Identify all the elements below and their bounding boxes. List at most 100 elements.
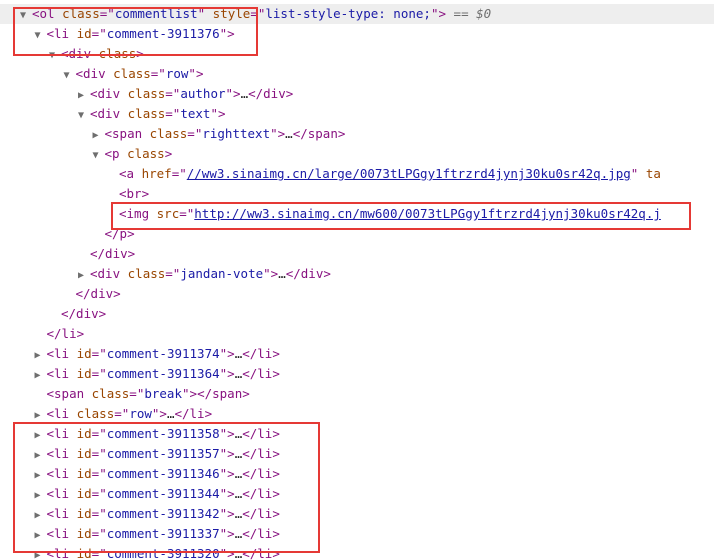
dom-token: ">	[219, 526, 235, 541]
dom-token: ">	[219, 366, 235, 381]
collapse-triangle-icon[interactable]: ▶	[35, 546, 47, 560]
dom-token: break	[144, 386, 182, 401]
dom-token: "	[197, 6, 213, 21]
dom-token: ="	[250, 6, 266, 21]
dom-token: </li>	[242, 546, 280, 560]
dom-node-line[interactable]: ▶ <li id="comment-3911344">…</li>	[0, 484, 714, 504]
collapse-triangle-icon[interactable]: ▶	[35, 346, 47, 366]
dom-token: ">	[219, 506, 235, 521]
dom-node-line[interactable]: </div>	[0, 244, 714, 264]
dom-token: comment-3911342	[106, 506, 220, 521]
collapse-triangle-icon[interactable]: ▶	[93, 126, 105, 146]
dom-token: <li	[46, 546, 77, 560]
dom-token: </li>	[242, 526, 280, 541]
dom-token: ">	[219, 426, 235, 441]
dom-node-line[interactable]: ▼ <div class="text">	[0, 104, 714, 124]
dom-token: <img	[119, 206, 157, 221]
collapse-triangle-icon[interactable]: ▶	[35, 446, 47, 466]
dom-node-line[interactable]: <br>	[0, 184, 714, 204]
dom-node-line[interactable]: ▶ <span class="righttext">…</span>	[0, 124, 714, 144]
dom-token: ">	[225, 86, 241, 101]
dom-node-line[interactable]: </div>	[0, 304, 714, 324]
dom-node-line[interactable]: </div>	[0, 284, 714, 304]
dom-token: id	[76, 346, 92, 361]
collapse-triangle-icon[interactable]: ▶	[35, 506, 47, 526]
dom-token: <li	[46, 26, 77, 41]
dom-node-line[interactable]: </li>	[0, 324, 714, 344]
dom-token: ="	[129, 386, 145, 401]
dom-token: …	[240, 86, 249, 101]
dom-token: <li	[46, 346, 77, 361]
attr-link[interactable]: http://ww3.sinaimg.cn/mw600/0073tLPGgy1f…	[194, 206, 661, 221]
dom-token: class	[76, 406, 115, 421]
dom-node-line[interactable]: ▶ <li id="comment-3911337">…</li>	[0, 524, 714, 544]
dom-token: ="	[91, 546, 107, 560]
dom-token: ">	[219, 446, 235, 461]
dom-token: ="	[99, 6, 115, 21]
expand-triangle-icon[interactable]: ▼	[64, 66, 76, 86]
dom-node-line[interactable]: ▶ <li id="comment-3911357">…</li>	[0, 444, 714, 464]
dom-token: href	[141, 166, 172, 181]
dom-token: ="	[91, 466, 107, 481]
dom-token: </div>	[285, 266, 331, 281]
dom-node-line[interactable]: ▶ <div class="author">…</div>	[0, 84, 714, 104]
collapse-triangle-icon[interactable]: ▶	[35, 426, 47, 446]
dom-node-line[interactable]: ▶ <li id="comment-3911364">…</li>	[0, 364, 714, 384]
dom-node-line[interactable]: ▶ <div class="jandan-vote">…</div>	[0, 264, 714, 284]
dom-token: id	[76, 546, 92, 560]
dom-node-line[interactable]: </p>	[0, 224, 714, 244]
dom-token: ta	[645, 166, 661, 181]
dom-token: <span	[104, 126, 150, 141]
collapse-triangle-icon[interactable]: ▶	[35, 466, 47, 486]
dom-token: ="	[187, 126, 203, 141]
dom-token: <li	[46, 486, 77, 501]
dom-token: ="	[171, 166, 187, 181]
dom-token: list-style-type: none;	[265, 6, 431, 21]
expand-triangle-icon[interactable]: ▼	[35, 26, 47, 46]
dom-token: ="	[165, 106, 181, 121]
dom-node-line[interactable]: ▶ <li class="row">…</li>	[0, 404, 714, 424]
dom-node-line[interactable]: ▶ <li id="comment-3911342">…</li>	[0, 504, 714, 524]
expand-triangle-icon[interactable]: ▼	[49, 46, 61, 66]
expand-triangle-icon[interactable]: ▼	[20, 6, 32, 26]
collapse-triangle-icon[interactable]: ▶	[78, 266, 90, 286]
dom-node-line[interactable]: <a href="//ww3.sinaimg.cn/large/0073tLPG…	[0, 164, 714, 184]
dom-token: <div	[90, 266, 128, 281]
dom-node-line[interactable]: ▶ <li id="comment-3911320">…</li>	[0, 544, 714, 560]
dom-token: </li>	[242, 446, 280, 461]
dom-token: commentlist	[114, 6, 198, 21]
dom-token: text	[180, 106, 211, 121]
expand-triangle-icon[interactable]: ▼	[93, 146, 105, 166]
expand-triangle-icon[interactable]: ▼	[78, 106, 90, 126]
dom-token: </span>	[292, 126, 346, 141]
dom-node-line[interactable]: ▶ <li id="comment-3911346">…</li>	[0, 464, 714, 484]
dom-node-line[interactable]: <img src="http://ww3.sinaimg.cn/mw600/00…	[0, 204, 714, 224]
dom-node-line[interactable]: <span class="break"></span>	[0, 384, 714, 404]
dom-node-line[interactable]: ▼ <li id="comment-3911376">	[0, 24, 714, 44]
dom-token: </div>	[75, 286, 121, 301]
dom-token: id	[76, 26, 92, 41]
dom-node-line[interactable]: ▶ <li id="comment-3911374">…</li>	[0, 344, 714, 364]
dom-token: comment-3911364	[106, 366, 220, 381]
attr-link[interactable]: //ww3.sinaimg.cn/large/0073tLPGgy1ftrzrd…	[187, 166, 631, 181]
dom-token: ="	[91, 426, 107, 441]
dom-token: ">	[210, 106, 226, 121]
dom-node-line[interactable]: ▼ <ol class="commentlist" style="list-sty…	[0, 4, 714, 24]
dom-node-line[interactable]: ▶ <li id="comment-3911358">…</li>	[0, 424, 714, 444]
collapse-triangle-icon[interactable]: ▶	[78, 86, 90, 106]
dom-token: comment-3911320	[106, 546, 220, 560]
dom-token: ">	[263, 266, 279, 281]
collapse-triangle-icon[interactable]: ▶	[35, 366, 47, 386]
collapse-triangle-icon[interactable]: ▶	[35, 406, 47, 426]
dom-token: "	[630, 166, 646, 181]
dom-token: <div	[75, 66, 114, 81]
dom-token: <ol	[32, 6, 63, 21]
dom-node-line[interactable]: ▼ <p class>	[0, 144, 714, 164]
collapse-triangle-icon[interactable]: ▶	[35, 526, 47, 546]
dom-token: <div	[90, 106, 128, 121]
dom-token: </p>	[104, 226, 135, 241]
dom-token: ">	[188, 66, 204, 81]
dom-node-line[interactable]: ▼ <div class>	[0, 44, 714, 64]
dom-node-line[interactable]: ▼ <div class="row">	[0, 64, 714, 84]
collapse-triangle-icon[interactable]: ▶	[35, 486, 47, 506]
